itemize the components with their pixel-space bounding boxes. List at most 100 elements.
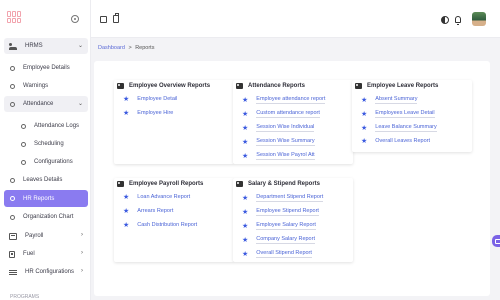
report-link-label[interactable]: Leave Balance Summary <box>375 124 437 132</box>
circle-icon <box>10 196 15 201</box>
report-link-label[interactable]: Session Wise Summary <box>256 138 315 146</box>
sidebar-item-configurations[interactable]: Configurations <box>4 154 88 170</box>
report-link-label[interactable]: Company Salary Report <box>256 236 315 244</box>
sidebar-item-label: HR Reports <box>23 195 55 202</box>
report-link-label[interactable]: Employee attendance report <box>256 96 326 104</box>
report-link-label[interactable]: Overall Leaves Report <box>375 138 430 145</box>
chevron-right-icon: › <box>81 268 83 274</box>
card-title: Salary & Stipend Reports <box>236 181 320 187</box>
star-icon: ★ <box>242 194 249 202</box>
sidebar-item-warnings[interactable]: Warnings <box>4 78 88 94</box>
sidebar-item-hr-reports[interactable]: HR Reports <box>4 190 88 207</box>
people-icon <box>9 42 17 50</box>
report-link[interactable]: ★ Custom attendance report <box>242 110 320 118</box>
sidebar-section-programs: PROGRAMS <box>4 289 88 300</box>
report-link[interactable]: ★ Overall Stipend Report <box>242 250 312 258</box>
report-link[interactable]: ★ Department Stipend Report <box>242 194 324 202</box>
circle-icon <box>10 101 15 107</box>
star-icon: ★ <box>361 138 368 145</box>
report-card-icon <box>236 83 243 89</box>
report-link-label[interactable]: Employees Leave Detail <box>375 110 435 118</box>
report-link[interactable]: ★ Leave Balance Summary <box>361 124 437 132</box>
sidebar-item-label: Employee Details <box>23 65 70 71</box>
sidebar-collapse-icon[interactable] <box>71 15 79 23</box>
breadcrumb-dashboard-link[interactable]: Dashboard <box>98 45 125 51</box>
employee-payroll-card: Employee Payroll Reports ★ Loan Advance … <box>114 178 234 262</box>
card-title: Employee Leave Reports <box>355 83 438 89</box>
report-link[interactable]: ★ Company Salary Report <box>242 236 315 244</box>
sidebar-item-hr-configurations[interactable]: HR Configurations › <box>4 264 88 280</box>
topbar <box>91 0 500 38</box>
report-link-label[interactable]: Custom attendance report <box>256 110 320 118</box>
attendance-reports-card: Attendance Reports ★ Employee attendance… <box>233 80 353 164</box>
sidebar-item-fuel[interactable]: Fuel › <box>4 246 88 262</box>
report-link-label[interactable]: Employee Hire <box>137 110 173 117</box>
fuel-icon <box>9 250 15 258</box>
star-icon: ★ <box>361 96 368 104</box>
report-link[interactable]: ★ Employees Leave Detail <box>361 110 435 118</box>
star-icon: ★ <box>361 124 368 132</box>
report-link-label[interactable]: Cash Distribution Report <box>137 222 197 229</box>
card-title-text: Employee Leave Reports <box>367 83 439 89</box>
report-link-label[interactable]: Employee Detail <box>137 96 177 103</box>
circle-icon <box>21 123 26 129</box>
report-link-label[interactable]: Absent Summary <box>375 96 418 104</box>
star-icon: ★ <box>242 96 249 104</box>
clipboard-icon[interactable] <box>113 13 119 23</box>
sidebar-item-organization-chart[interactable]: Organization Chart <box>4 209 88 225</box>
sidebar-item-label: Attendance <box>23 101 54 107</box>
avatar[interactable] <box>472 12 486 26</box>
breadcrumb: Dashboard > Reports <box>98 45 154 51</box>
report-link-label[interactable]: Session Wise Individual <box>256 124 315 132</box>
report-link[interactable]: ★ Session Wise Individual <box>242 124 315 132</box>
report-link-label[interactable]: Employee Salary Report <box>256 222 316 230</box>
report-link[interactable]: ★ Cash Distribution Report <box>123 222 197 229</box>
report-link[interactable]: ★ Overall Leaves Report <box>361 138 430 145</box>
chat-widget-icon[interactable] <box>492 235 500 247</box>
report-link[interactable]: ★ Employee Detail <box>123 96 177 103</box>
card-title-text: Employee Overview Reports <box>129 83 211 89</box>
report-link-label[interactable]: Department Stipend Report <box>256 194 324 202</box>
report-card-icon <box>117 181 124 187</box>
bell-icon[interactable] <box>455 16 461 25</box>
sidebar-item-attendance-logs[interactable]: Attendance Logs <box>4 118 88 134</box>
star-icon: ★ <box>123 208 130 215</box>
report-link[interactable]: ★ Employee Salary Report <box>242 222 316 230</box>
star-icon: ★ <box>123 110 130 117</box>
report-link-label[interactable]: Session Wise Payrol Att <box>256 152 315 160</box>
star-icon: ★ <box>123 96 130 103</box>
report-link[interactable]: ★ Session Wise Summary <box>242 138 315 146</box>
star-icon: ★ <box>242 138 249 146</box>
report-link[interactable]: ★ Employee Hire <box>123 110 173 117</box>
sidebar-item-label: HR Configurations <box>25 269 75 275</box>
star-icon: ★ <box>242 208 249 216</box>
sidebar-item-leaves-details[interactable]: Leaves Details <box>4 172 88 188</box>
report-card-icon <box>236 181 243 187</box>
report-link[interactable]: ★ Employee attendance report <box>242 96 326 104</box>
card-title: Attendance Reports <box>236 83 305 89</box>
report-link[interactable]: ★ Arrears Report <box>123 208 173 215</box>
app-logo[interactable] <box>7 11 21 23</box>
sidebar-item-label: Payroll <box>25 233 44 239</box>
breadcrumb-separator: > <box>128 45 132 51</box>
circle-icon <box>21 141 26 147</box>
theme-toggle-icon[interactable] <box>441 16 449 24</box>
message-icon[interactable] <box>100 16 107 23</box>
sidebar-item-payroll[interactable]: Payroll › <box>4 228 88 244</box>
chevron-down-icon: ⌄ <box>77 101 83 107</box>
report-link[interactable]: ★ Session Wise Payrol Att <box>242 152 315 160</box>
report-link[interactable]: ★ Loan Advance Report <box>123 194 190 201</box>
report-link-label[interactable]: Overall Stipend Report <box>256 250 312 258</box>
sidebar-item-attendance[interactable]: Attendance ⌄ <box>4 96 88 112</box>
employee-overview-card: Employee Overview Reports ★ Employee Det… <box>114 80 234 164</box>
report-link[interactable]: ★ Absent Summary <box>361 96 418 104</box>
star-icon: ★ <box>242 110 249 118</box>
sidebar-item-hrms[interactable]: HRMS ⌄ <box>4 38 88 54</box>
star-icon: ★ <box>242 222 249 230</box>
sidebar-item-scheduling[interactable]: Scheduling <box>4 136 88 152</box>
report-link-label[interactable]: Employee Stipend Report <box>256 208 319 216</box>
report-link-label[interactable]: Loan Advance Report <box>137 194 190 201</box>
report-link[interactable]: ★ Employee Stipend Report <box>242 208 319 216</box>
report-link-label[interactable]: Arrears Report <box>137 208 173 215</box>
sidebar-item-employee-details[interactable]: Employee Details <box>4 60 88 76</box>
